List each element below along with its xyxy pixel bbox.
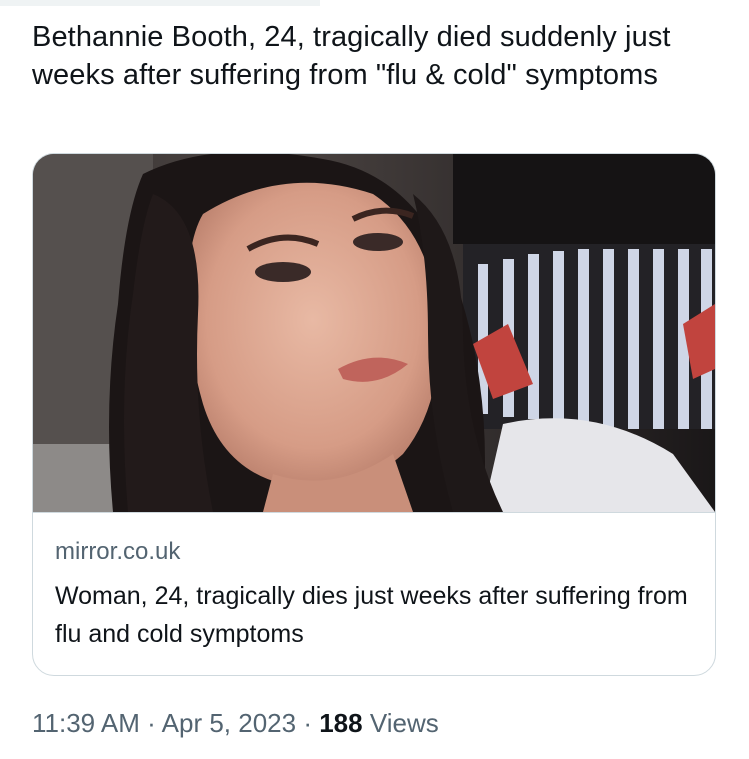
tweet-meta: 11:39 AM · Apr 5, 2023 · 188 Views [32, 706, 439, 740]
top-divider [0, 0, 320, 6]
meta-separator: · [303, 708, 312, 738]
tweet-text: Bethannie Booth, 24, tragically died sud… [32, 21, 671, 91]
tweet-date[interactable]: Apr 5, 2023 [162, 708, 296, 738]
views-count: 188 [319, 708, 363, 738]
meta-separator: · [147, 708, 156, 738]
card-meta[interactable]: mirror.co.uk Woman, 24, tragically dies … [33, 512, 715, 675]
views-label: Views [369, 708, 439, 738]
card-domain[interactable]: mirror.co.uk [55, 537, 180, 567]
card-image[interactable] [33, 154, 715, 512]
link-preview-card[interactable]: mirror.co.uk Woman, 24, tragically dies … [32, 153, 716, 676]
card-title[interactable]: Woman, 24, tragically dies just weeks af… [55, 577, 695, 653]
tweet-time[interactable]: 11:39 AM [32, 708, 140, 738]
